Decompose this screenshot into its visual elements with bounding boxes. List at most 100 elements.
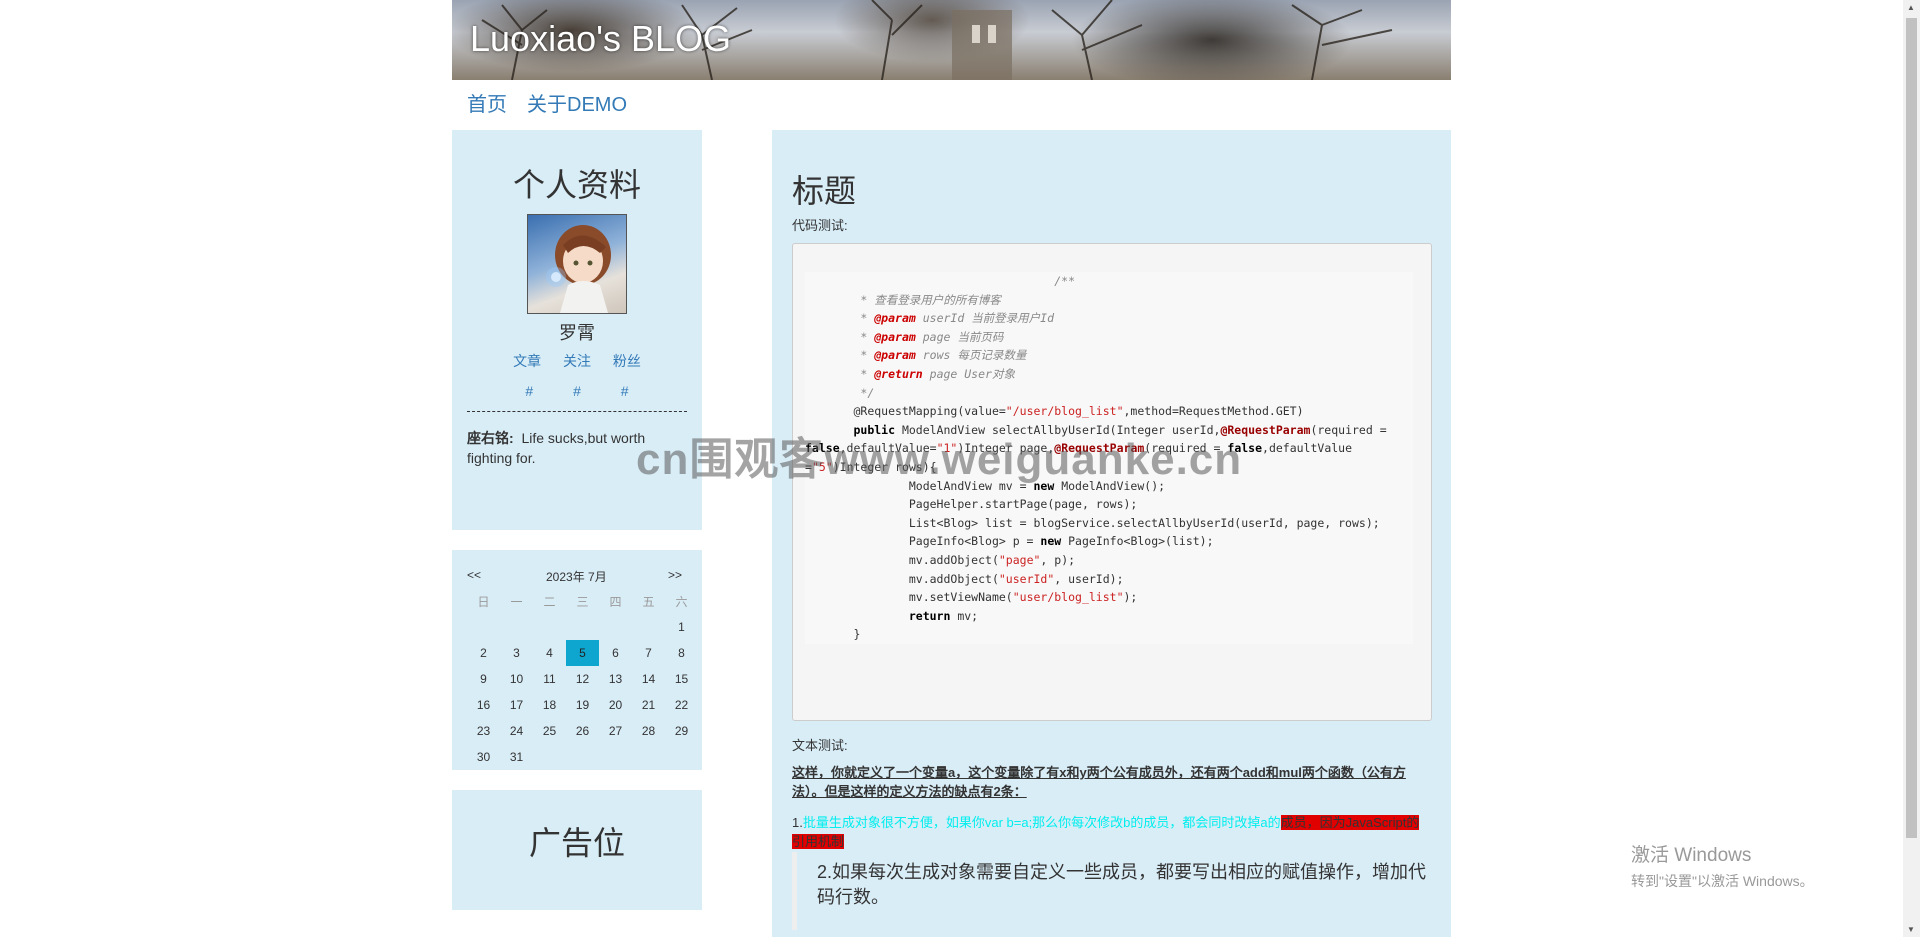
calendar-empty-cell — [599, 614, 632, 640]
calendar-week-row: 23 24 25 26 27 28 29 — [467, 718, 698, 744]
weekday-label: 二 — [543, 594, 556, 609]
calendar-day[interactable]: 3 — [500, 640, 533, 666]
weekday-label: 三 — [576, 594, 589, 609]
blog-title[interactable]: Luoxiao's BLOG — [470, 18, 731, 60]
profile-counts: # # # — [452, 383, 702, 399]
calendar-day-today[interactable]: 5 — [566, 640, 599, 666]
calendar-empty-cell — [467, 614, 500, 640]
calendar-empty-cell — [632, 744, 665, 770]
header-banner: Luoxiao's BLOG — [452, 0, 1451, 80]
calendar-day[interactable]: 1 — [665, 614, 698, 640]
text-test-label: 文本测试: — [792, 738, 848, 753]
weekday-label: 四 — [609, 594, 622, 609]
followers-count-link[interactable]: # — [621, 383, 629, 399]
calendar-day[interactable]: 7 — [632, 640, 665, 666]
post-paragraph-2: 1.批量生成对象很不方便，如果你var b=a;那么你每次修改b的成员，都会同时… — [792, 813, 1432, 851]
weekday-label: 六 — [675, 594, 688, 609]
profile-links: 文章 关注 粉丝 — [452, 351, 702, 371]
calendar-day[interactable]: 13 — [599, 666, 632, 692]
activation-title: 激活 Windows — [1631, 845, 1752, 866]
calendar-header: << 2023年 7月 >> — [467, 568, 682, 584]
activation-subtitle: 转到"设置"以激活 Windows。 — [1631, 873, 1814, 889]
calendar-day[interactable]: 12 — [566, 666, 599, 692]
calendar-day[interactable]: 11 — [533, 666, 566, 692]
divider — [467, 411, 687, 412]
calendar-week-row: 9 10 11 12 13 14 15 — [467, 666, 698, 692]
profile-name: 罗霄 — [559, 323, 595, 343]
following-count-link[interactable]: # — [573, 383, 581, 399]
articles-link[interactable]: 文章 — [513, 353, 541, 369]
followers-link[interactable]: 粉丝 — [613, 353, 641, 369]
calendar-week-row: 16 17 18 19 20 21 22 — [467, 692, 698, 718]
weekday-label: 一 — [510, 594, 523, 609]
nav-home-link[interactable]: 首页 — [467, 94, 507, 116]
calendar-week-row: 2345678 — [467, 640, 698, 666]
post-panel: 标题 代码测试: /** * 查看登录用户的所有博客 * @param user… — [772, 130, 1451, 937]
profile-heading: 个人资料 — [512, 167, 641, 203]
scroll-up-icon[interactable]: ▲ — [1907, 3, 1915, 12]
para2-main: 批量生成对象很不方便，如果你var b=a;那么你每次修改b的成员，都会同时改掉… — [802, 815, 1281, 830]
main-nav: 首页 关于DEMO — [452, 88, 639, 117]
calendar-month-title[interactable]: 2023年 7月 — [546, 568, 607, 585]
calendar-days: 1 2 3 4 5 6 7 8 9 10 11 12 13 14 15 16 17 18 19 20 21 22 23 24 2… — [467, 614, 698, 770]
calendar-empty-cell — [566, 744, 599, 770]
blockquote: 2.如果每次生成对象需要自定义一些成员，都要写出相应的赋值操作，增加代码行数。 — [792, 852, 1437, 930]
calendar-widget: << 2023年 7月 >> 日 一 二 三 四 五 六 1 2 3 4 5 6 7 8 9 10… — [452, 550, 702, 770]
calendar-prev-button[interactable]: << — [467, 568, 481, 582]
calendar-day[interactable]: 22 — [665, 692, 698, 718]
calendar-day[interactable]: 26 — [566, 718, 599, 744]
calendar-day[interactable]: 16 — [467, 692, 500, 718]
calendar-week-row: 1 — [467, 614, 698, 640]
calendar-day[interactable]: 25 — [533, 718, 566, 744]
calendar-week-row: 30 31 — [467, 744, 698, 770]
calendar-day[interactable]: 27 — [599, 718, 632, 744]
weekday-label: 日 — [477, 594, 490, 609]
avatar — [527, 214, 627, 314]
post-paragraph-1: 这样，你就定义了一个变量a，这个变量除了有x和y两个公有成员外，还有两个add和… — [792, 765, 1406, 799]
calendar-weekday-row: 日 一 二 三 四 五 六 — [467, 588, 698, 614]
nav-about-demo-link[interactable]: 关于DEMO — [527, 94, 627, 116]
calendar-day[interactable]: 4 — [533, 640, 566, 666]
weekday-label: 五 — [642, 594, 655, 609]
calendar-day[interactable]: 21 — [632, 692, 665, 718]
calendar-day[interactable]: 10 — [500, 666, 533, 692]
calendar-empty-cell — [533, 744, 566, 770]
calendar-empty-cell — [566, 614, 599, 640]
calendar-day[interactable]: 19 — [566, 692, 599, 718]
calendar-day[interactable]: 18 — [533, 692, 566, 718]
code-test-label: 代码测试: — [792, 218, 848, 233]
calendar-next-button[interactable]: >> — [668, 568, 682, 582]
calendar-day[interactable]: 17 — [500, 692, 533, 718]
windows-activation-notice: 激活 Windows 转到"设置"以激活 Windows。 — [1631, 840, 1814, 891]
calendar-empty-cell — [665, 744, 698, 770]
calendar-day[interactable]: 14 — [632, 666, 665, 692]
calendar-day[interactable]: 24 — [500, 718, 533, 744]
calendar-day[interactable]: 29 — [665, 718, 698, 744]
calendar-day[interactable]: 20 — [599, 692, 632, 718]
calendar-day[interactable]: 9 — [467, 666, 500, 692]
ad-panel: 广告位 — [452, 790, 702, 910]
calendar-day[interactable]: 6 — [599, 640, 632, 666]
motto-label: 座右铭: — [467, 430, 514, 446]
calendar-day[interactable]: 23 — [467, 718, 500, 744]
calendar-empty-cell — [599, 744, 632, 770]
vertical-scrollbar[interactable]: ▲ ▼ — [1903, 0, 1920, 937]
calendar-empty-cell — [632, 614, 665, 640]
calendar-day[interactable]: 15 — [665, 666, 698, 692]
articles-count-link[interactable]: # — [525, 383, 533, 399]
calendar-empty-cell — [500, 614, 533, 640]
calendar-day[interactable]: 8 — [665, 640, 698, 666]
calendar-day[interactable]: 2 — [467, 640, 500, 666]
page-wrapper: Luoxiao's BLOG 首页 关于DEMO 个人资料 罗霄 文章 关注 粉丝 — [452, 0, 1451, 937]
post-title: 标题 — [792, 173, 857, 209]
following-link[interactable]: 关注 — [563, 353, 591, 369]
calendar-day[interactable]: 28 — [632, 718, 665, 744]
scrollbar-thumb[interactable] — [1906, 18, 1917, 838]
calendar-day[interactable]: 31 — [500, 744, 533, 770]
calendar-grid: 日 一 二 三 四 五 六 1 2 3 4 5 6 7 8 9 10 11 12 13 14 15 16 17 1… — [467, 588, 698, 770]
scroll-down-icon[interactable]: ▼ — [1907, 925, 1915, 934]
calendar-day[interactable]: 30 — [467, 744, 500, 770]
watermark-text: cn围观客www.weiguanke.cn — [636, 435, 1243, 484]
ad-heading: 广告位 — [528, 825, 625, 861]
para2-prefix: 1. — [792, 815, 803, 830]
